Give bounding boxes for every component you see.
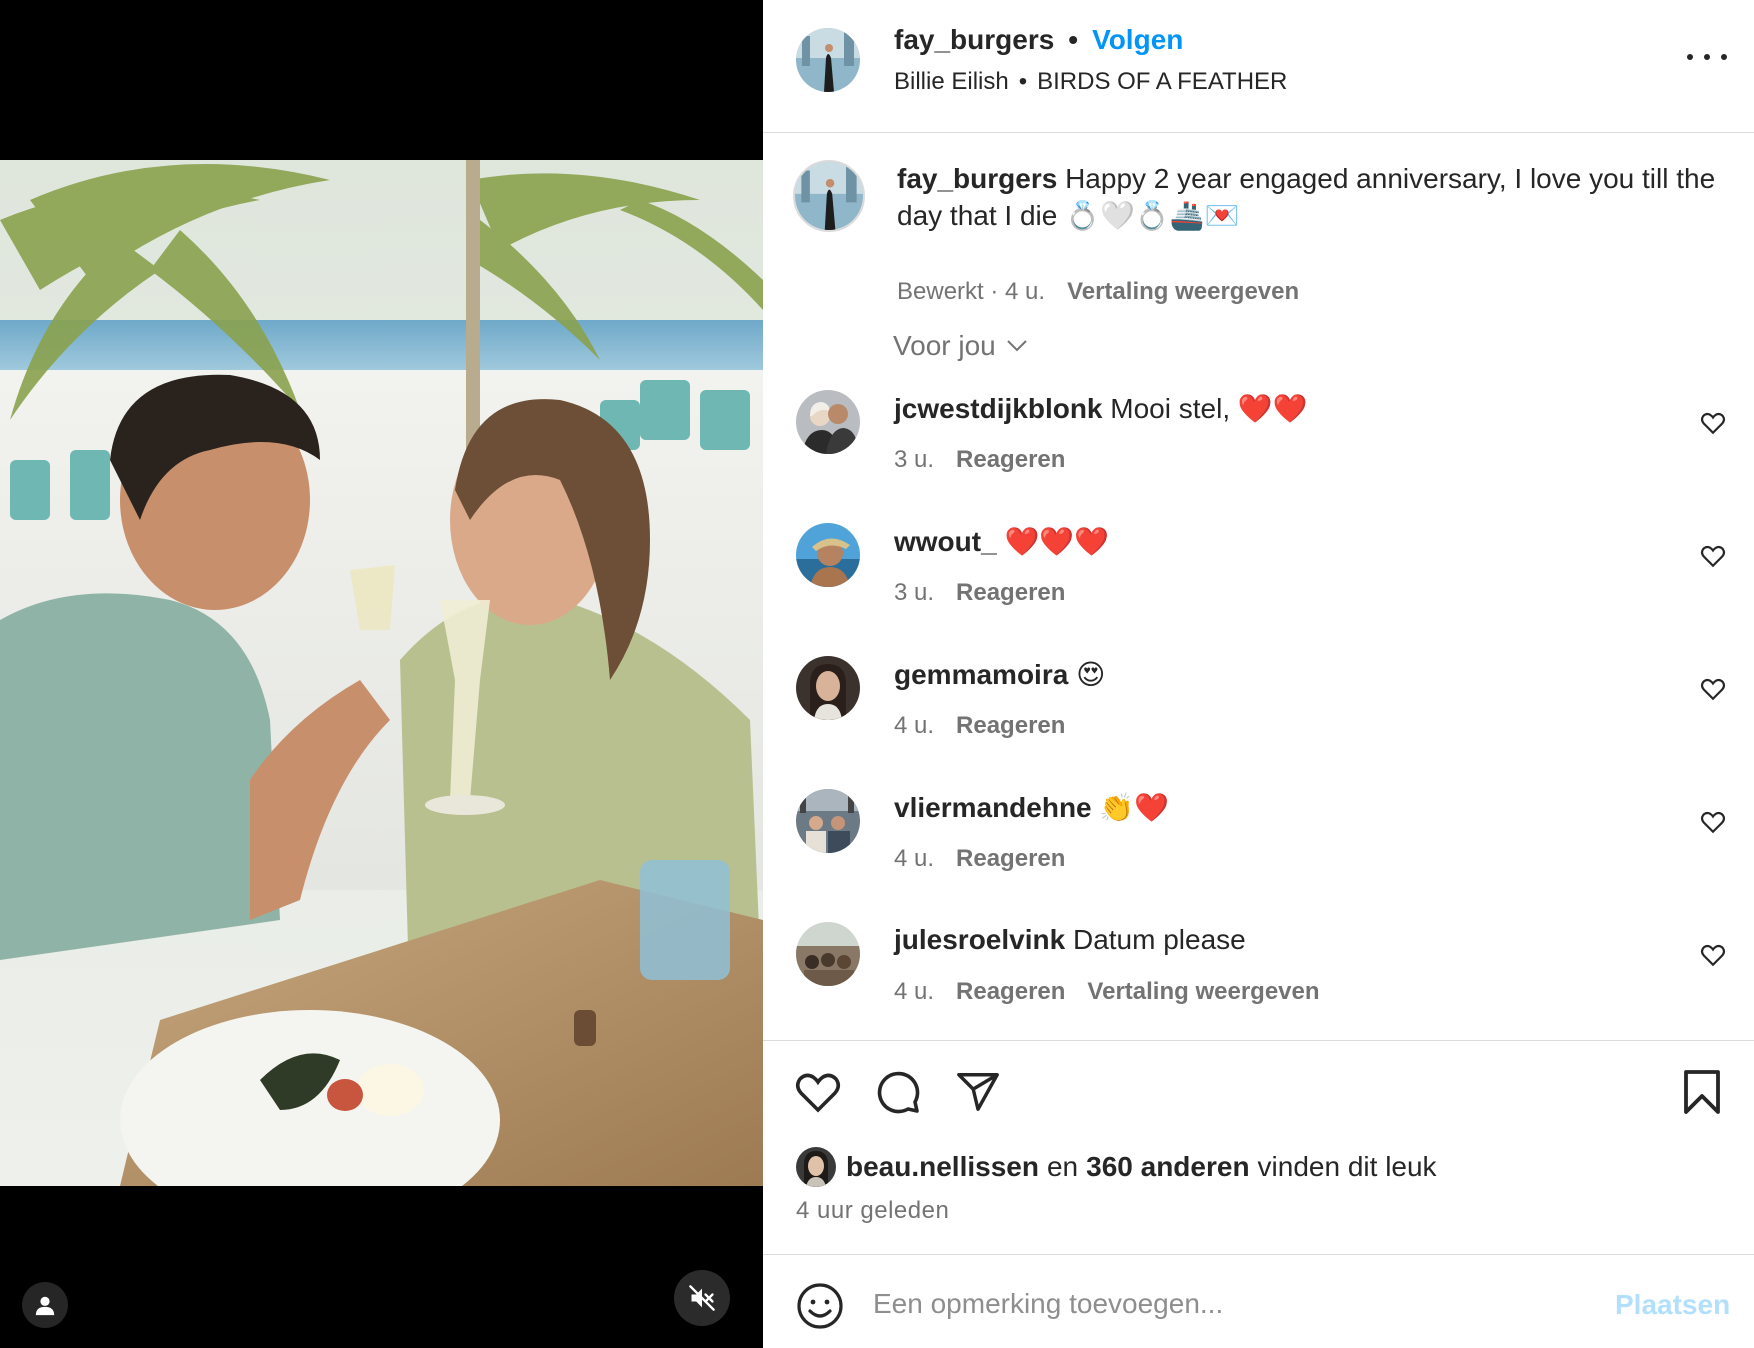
comment-text: julesroelvink Datum please xyxy=(894,924,1246,956)
share-button[interactable] xyxy=(953,1067,1003,1117)
commenter-username[interactable]: julesroelvink xyxy=(894,924,1065,955)
reply-button[interactable]: Reageren xyxy=(956,978,1065,1005)
commenter-username[interactable]: vliermandehne xyxy=(894,792,1092,823)
post-header: fay_burgers • Volgen Billie Eilish • BIR… xyxy=(763,0,1754,133)
post-actions: beau.nellissen en 360 anderen vinden dit… xyxy=(763,1040,1754,1254)
heart-icon xyxy=(795,1073,841,1113)
comment-button[interactable] xyxy=(873,1067,923,1117)
author-username[interactable]: fay_burgers xyxy=(894,24,1054,56)
comment-time: 3 u. xyxy=(894,446,935,473)
music-artist[interactable]: Billie Eilish xyxy=(894,68,1009,96)
caption-username[interactable]: fay_burgers xyxy=(897,163,1057,194)
comment-item: vliermandehne 👏❤️ 4 u. Reageren xyxy=(796,789,1736,899)
comment-item: wwout_ ❤️❤️❤️ 3 u. Reageren xyxy=(796,523,1736,633)
comment-time: 4 u. xyxy=(894,712,935,739)
add-comment-bar: Plaatsen xyxy=(763,1254,1754,1348)
commenter-username[interactable]: jcwestdijkblonk xyxy=(894,393,1103,424)
see-translation-button[interactable]: Vertaling weergeven xyxy=(1087,978,1319,1005)
reply-button[interactable]: Reageren xyxy=(956,579,1065,606)
comment-meta: 4 u. Reageren Vertaling weergeven xyxy=(894,978,1342,1006)
comment-text: wwout_ ❤️❤️❤️ xyxy=(894,525,1109,558)
heart-icon[interactable] xyxy=(1700,942,1726,968)
comment-item: jcwestdijkblonk Mooi stel, ❤️❤️ 3 u. Reag… xyxy=(796,390,1736,500)
post-media[interactable] xyxy=(0,0,763,1348)
heart-icon[interactable] xyxy=(1700,809,1726,835)
heart-icon[interactable] xyxy=(1700,410,1726,436)
comment-text: gemmamoira 😍 xyxy=(894,658,1105,691)
likes-suffix: vinden dit leuk xyxy=(1257,1151,1437,1182)
post-comment-button[interactable]: Plaatsen xyxy=(1615,1289,1730,1321)
likes-others-link[interactable]: 360 anderen xyxy=(1086,1151,1249,1183)
comment-time: 3 u. xyxy=(894,579,935,606)
comment-meta: 4 u. Reageren xyxy=(894,845,1087,873)
likes-summary[interactable]: beau.nellissen en 360 anderen vinden dit… xyxy=(796,1147,1437,1187)
follow-button[interactable]: Volgen xyxy=(1092,24,1183,56)
audio-attribution[interactable]: Billie Eilish • BIRDS OF A FEATHER xyxy=(894,68,1287,96)
share-icon xyxy=(957,1073,999,1111)
caption-edited-time: Bewerkt · 4 u. xyxy=(897,278,1046,305)
comment-body: ❤️❤️❤️ xyxy=(1004,526,1110,557)
reply-button[interactable]: Reageren xyxy=(956,446,1065,473)
heart-icon[interactable] xyxy=(1700,676,1726,702)
commenter-username[interactable]: wwout_ xyxy=(894,526,997,557)
caption-text: fay_burgers Happy 2 year engaged anniver… xyxy=(897,160,1717,234)
commenter-avatar[interactable] xyxy=(796,390,860,454)
bookmark-icon xyxy=(1684,1070,1720,1114)
post-photo xyxy=(0,160,763,1186)
post-side-panel: fay_burgers • Volgen Billie Eilish • BIR… xyxy=(763,0,1754,1348)
comment-text: jcwestdijkblonk Mooi stel, ❤️❤️ xyxy=(894,392,1308,425)
commenter-username[interactable]: gemmamoira xyxy=(894,659,1068,690)
comment-time: 4 u. xyxy=(894,845,935,872)
see-translation-button[interactable]: Vertaling weergeven xyxy=(1067,278,1299,305)
post-timestamp[interactable]: 4 uur geleden xyxy=(796,1197,949,1225)
header-title-row: fay_burgers • Volgen xyxy=(894,24,1183,56)
liker-avatar[interactable] xyxy=(796,1147,836,1187)
caption-meta: Bewerkt · 4 u. Vertaling weergeven xyxy=(897,278,1299,306)
comment-body: 😍 xyxy=(1076,659,1106,690)
comment-body: 👏❤️ xyxy=(1099,792,1170,823)
commenter-avatar[interactable] xyxy=(796,789,860,853)
comment-sort-label: Voor jou xyxy=(893,330,996,361)
likes-connector: en xyxy=(1046,1151,1079,1182)
comment-meta: 4 u. Reageren xyxy=(894,712,1087,740)
more-options-icon[interactable] xyxy=(1687,42,1727,72)
comment-meta: 3 u. Reageren xyxy=(894,446,1087,474)
muted-icon xyxy=(689,1285,715,1311)
commenter-avatar[interactable] xyxy=(796,656,860,720)
emoji-icon[interactable] xyxy=(796,1282,844,1330)
user-tag-icon xyxy=(35,1296,55,1316)
comment-body: Datum please xyxy=(1072,924,1246,955)
liker-username[interactable]: beau.nellissen xyxy=(846,1151,1039,1183)
commenter-avatar[interactable] xyxy=(796,523,860,587)
comment-item: julesroelvink Datum please 4 u. Reageren V… xyxy=(796,922,1736,1032)
commenter-avatar[interactable] xyxy=(796,922,860,986)
comment-meta: 3 u. Reageren xyxy=(894,579,1087,607)
like-button[interactable] xyxy=(793,1067,843,1117)
comment-body: Mooi stel, ❤️❤️ xyxy=(1110,393,1308,424)
author-avatar[interactable] xyxy=(796,28,860,92)
comment-sort-dropdown[interactable]: Voor jou xyxy=(893,330,1028,362)
comment-text: vliermandehne 👏❤️ xyxy=(894,791,1169,824)
comment-icon xyxy=(877,1071,920,1114)
mute-toggle-button[interactable] xyxy=(674,1270,730,1326)
save-button[interactable] xyxy=(1677,1067,1727,1117)
music-title[interactable]: BIRDS OF A FEATHER xyxy=(1037,68,1287,96)
comment-input[interactable] xyxy=(873,1277,1573,1331)
comments-list[interactable]: fay_burgers Happy 2 year engaged anniver… xyxy=(763,134,1754,1040)
separator-dot: • xyxy=(1018,68,1028,95)
reply-button[interactable]: Reageren xyxy=(956,712,1065,739)
reply-button[interactable]: Reageren xyxy=(956,845,1065,872)
heart-icon[interactable] xyxy=(1700,543,1726,569)
separator-dot: • xyxy=(1068,24,1079,55)
comment-item: gemmamoira 😍 4 u. Reageren xyxy=(796,656,1736,766)
caption-author-avatar[interactable] xyxy=(793,160,865,232)
tagged-users-button[interactable] xyxy=(22,1282,68,1328)
comment-time: 4 u. xyxy=(894,978,935,1005)
chevron-down-icon xyxy=(1007,340,1027,352)
post-video[interactable] xyxy=(0,160,763,1186)
